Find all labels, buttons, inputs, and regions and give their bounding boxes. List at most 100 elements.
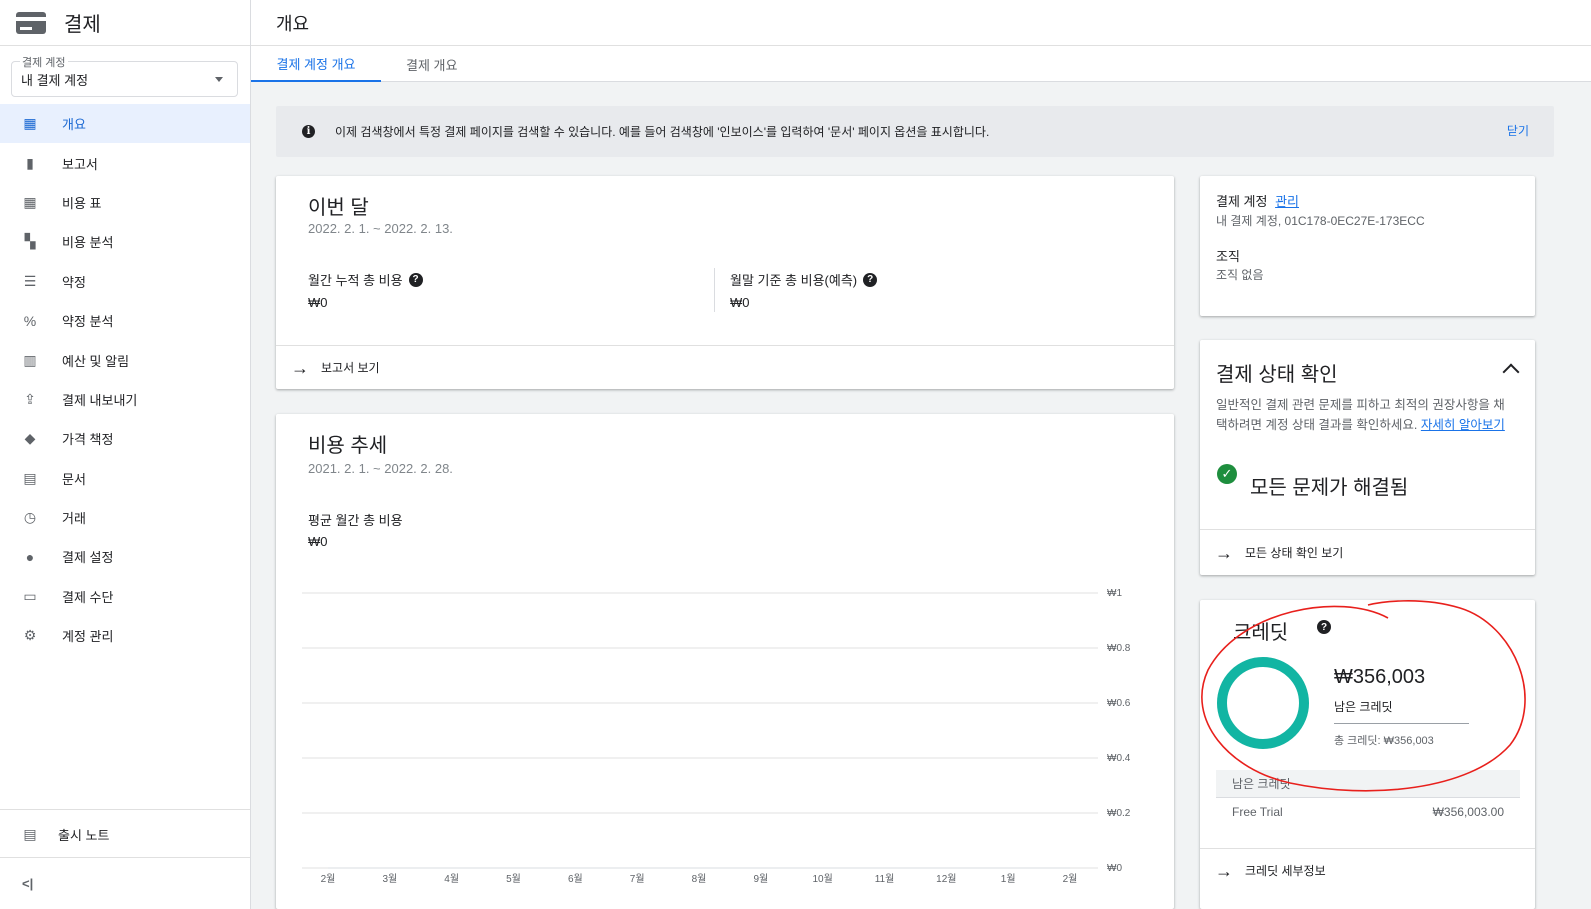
x-tick-label: 1월 [1001,873,1016,885]
this-month-date-range: 2022. 2. 1. ~ 2022. 2. 13. [308,221,453,236]
sidebar-item-2[interactable]: ▦ 비용 표 [0,183,250,222]
collapse-icon: <| [22,876,34,891]
sidebar-item-label: 거래 [62,511,86,527]
x-tick-label: 9월 [753,873,768,885]
manage-account-link[interactable]: 관리 [1275,194,1299,209]
credits-total: 총 크레딧: ₩356,003 [1334,735,1434,747]
metric-divider [714,268,715,312]
arrow-right-icon: → [1215,860,1233,881]
account-select-label: 결제 계정 [20,54,68,70]
chevron-up-icon[interactable] [1502,363,1520,381]
arrow-right-icon: → [291,357,309,378]
sidebar-item-4[interactable]: ☰ 약정 [0,262,250,301]
x-tick-label: 8월 [692,873,707,885]
y-tick-label: ₩0.4 [1107,753,1131,764]
y-tick-label: ₩0.2 [1107,808,1131,819]
learn-more-link[interactable]: 자세히 알아보기 [1421,418,1505,432]
info-icon: i [302,125,315,138]
sidebar-item-9[interactable]: ▤ 문서 [0,459,250,498]
person-icon: ● [25,548,35,565]
organization-label: 조직 [1216,249,1240,264]
mtd-cost-value: ₩0 [308,295,328,310]
sidebar-item-label: 문서 [62,471,86,487]
sidebar-item-11[interactable]: ● 결제 설정 [0,537,250,576]
sidebar-nav: ▦ 개요 ▮ 보고서 ▦ 비용 표 ▚ 비용 분석 ☰ 약정% 약정 분석 ▥ 예산 및 알림 ⇪ 결제 내… [0,104,250,655]
page-header: 개요 [251,0,1591,46]
y-tick-label: ₩0.8 [1107,643,1131,654]
dashboard-icon: ▦ [23,115,37,132]
sidebar-item-3[interactable]: ▚ 비용 분석 [0,222,250,261]
tab-billing-account-overview[interactable]: 결제 계정 개요 [251,46,381,82]
sidebar-item-label: 가격 책정 [62,432,114,448]
release-notes-label: 출시 노트 [58,827,110,843]
sidebar-item-label: 예산 및 알림 [62,353,130,369]
credit-card-icon: ▭ [23,587,37,604]
account-info-label: 결제 계정 [1216,194,1268,209]
banner-text: 이제 검색창에서 특정 결제 페이지를 검색할 수 있습니다. 예를 들어 검색… [335,125,990,139]
sidebar-item-10[interactable]: ◷ 거래 [0,498,250,537]
forecast-cost-value: ₩0 [730,295,750,310]
this-month-card: 이번 달 2022. 2. 1. ~ 2022. 2. 13. 월간 누적 총 … [276,176,1174,389]
sidebar-item-6[interactable]: ▥ 예산 및 알림 [0,340,250,379]
tab-billing-overview[interactable]: 결제 개요 [406,46,457,82]
sidebar-item-label: 결제 내보내기 [62,392,138,408]
sidebar-item-label: 결제 수단 [62,589,114,605]
organization-value: 조직 없음 [1216,268,1264,282]
collapse-sidebar-button[interactable]: <| [0,857,250,909]
credit-name: Free Trial [1232,805,1283,819]
upload-icon: ⇪ [24,390,36,407]
x-tick-label: 3월 [382,873,397,885]
tab-bar: 결제 계정 개요 결제 개요 [251,46,1591,82]
waterfall-chart-icon: ▚ [24,233,36,250]
y-tick-label: ₩0.6 [1107,698,1131,709]
credit-details-button[interactable]: → 크레딧 세부정보 [1200,848,1535,892]
x-tick-label: 2월 [321,873,336,885]
sidebar-item-label: 약정 분석 [62,314,114,330]
credits-card: 크레딧 ? ₩356,003 남은 크레딧 총 크레딧: ₩356,003 남은… [1200,600,1535,909]
arrow-right-icon: → [1215,542,1233,563]
gear-icon: ⚙ [23,627,37,644]
view-report-button[interactable]: → 보고서 보기 [276,345,1174,389]
x-tick-label: 7월 [630,873,645,885]
clock-icon: ◷ [23,509,37,526]
x-tick-label: 4월 [444,873,459,885]
view-all-health-checks-button[interactable]: → 모든 상태 확인 보기 [1200,529,1535,575]
sidebar-item-label: 비용 분석 [62,235,114,251]
budget-icon: ▥ [23,351,37,368]
sidebar-item-label: 계정 관리 [62,629,114,645]
account-info-card: 결제 계정 관리 내 결제 계정, 01C178-0EC27E-173ECC 조… [1200,176,1535,316]
help-icon[interactable]: ? [1317,620,1331,634]
x-tick-label: 2월 [1063,873,1078,885]
help-icon[interactable]: ? [863,272,878,287]
sidebar-header: 결제 [0,0,250,46]
tag-icon: ◆ [24,430,36,447]
x-tick-label: 12월 [936,873,956,885]
release-notes-link[interactable]: ▤ 출시 노트 [0,810,250,858]
x-tick-label: 11월 [875,873,895,885]
sidebar-item-label: 결제 설정 [62,550,114,566]
credits-donut-chart [1217,657,1309,749]
banner-close-button[interactable]: 닫기 [1507,122,1529,139]
x-tick-label: 5월 [506,873,521,885]
billing-card-icon [16,11,46,34]
sidebar-item-8[interactable]: ◆ 가격 책정 [0,419,250,458]
mtd-cost-label-text: 월간 누적 총 비용 [308,273,403,288]
health-check-title: 결제 상태 확인 [1216,364,1338,386]
sidebar-item-1[interactable]: ▮ 보고서 [0,143,250,182]
this-month-title: 이번 달 [308,197,369,219]
sidebar-item-12[interactable]: ▭ 결제 수단 [0,577,250,616]
credits-title: 크레딧 [1233,622,1289,644]
credit-value: ₩356,003.00 [1432,805,1504,819]
sidebar-item-0[interactable]: ▦ 개요 [0,104,250,144]
chevron-down-icon [215,77,223,82]
sidebar-item-7[interactable]: ⇪ 결제 내보내기 [0,380,250,419]
sidebar-item-label: 비용 표 [62,195,102,211]
sidebar-item-13[interactable]: ⚙ 계정 관리 [0,616,250,655]
sidebar-item-label: 보고서 [62,156,98,172]
account-id: 내 결제 계정, 01C178-0EC27E-173ECC [1216,214,1425,228]
cost-trend-chart: ₩0 ₩0.2 ₩0.4 ₩0.6 ₩0.8 ₩1 2월 3월 4월 5월 6월 7월 8월 9월 10월 1… [302,588,1131,885]
sidebar-item-5[interactable]: % 약정 분석 [0,301,250,340]
sidebar-item-label: 약정 [62,274,86,290]
mtd-cost-label: 월간 누적 총 비용 ? [308,270,423,289]
help-icon[interactable]: ? [408,272,423,287]
